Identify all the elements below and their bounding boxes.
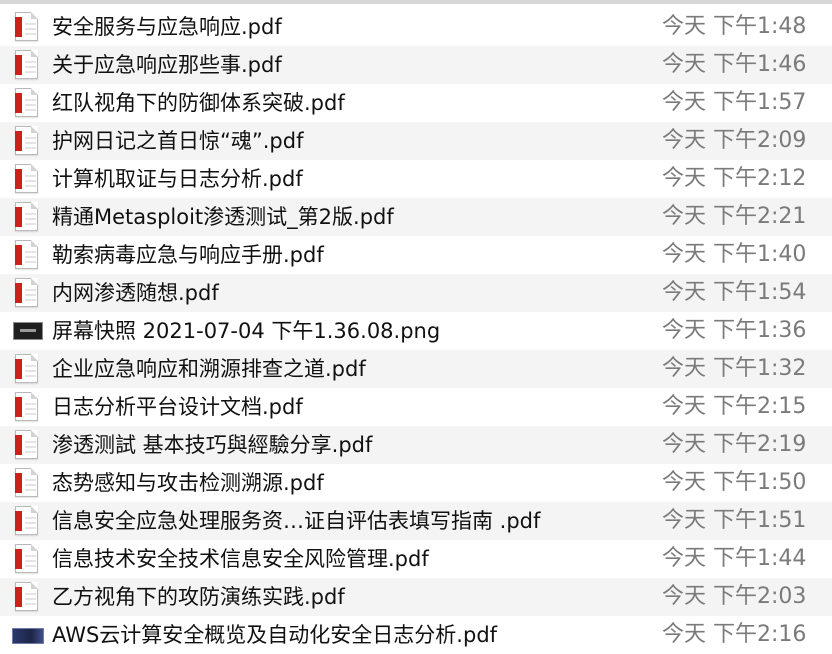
pdf-file-icon [12, 46, 44, 84]
file-date: 今天 下午1:46 [662, 52, 807, 77]
file-date: 今天 下午1:44 [662, 546, 807, 571]
file-row[interactable]: AWS云计算安全概览及自动化安全日志分析.pdf 今天 下午2:16 [0, 616, 832, 654]
file-date: 今天 下午2:19 [662, 432, 807, 457]
pdf-file-icon [12, 426, 44, 464]
file-date: 今天 下午1:48 [662, 14, 807, 39]
png-image-icon [12, 312, 44, 350]
pdf-file-icon [12, 236, 44, 274]
pdf-file-icon [12, 8, 44, 46]
file-row[interactable]: 计算机取证与日志分析.pdf 今天 下午2:12 [0, 160, 832, 198]
file-row[interactable]: 精通Metasploit渗透测试_第2版.pdf 今天 下午2:21 [0, 198, 832, 236]
file-date: 今天 下午2:16 [662, 622, 807, 647]
file-date: 今天 下午2:15 [662, 394, 807, 419]
pdf-thumbnail-icon [12, 616, 44, 654]
file-date: 今天 下午1:40 [662, 242, 807, 267]
file-row[interactable]: 日志分析平台设计文档.pdf 今天 下午2:15 [0, 388, 832, 426]
file-row[interactable]: 企业应急响应和溯源排查之道.pdf 今天 下午1:32 [0, 350, 832, 388]
file-row[interactable]: 态势感知与攻击检测溯源.pdf 今天 下午1:50 [0, 464, 832, 502]
pdf-file-icon [12, 388, 44, 426]
file-date: 今天 下午2:03 [662, 584, 807, 609]
file-row[interactable]: 信息安全应急处理服务资…证自评估表填写指南 .pdf 今天 下午1:51 [0, 502, 832, 540]
file-row[interactable]: 信息技术安全技术信息安全风险管理.pdf 今天 下午1:44 [0, 540, 832, 578]
file-date: 今天 下午2:12 [662, 166, 807, 191]
file-date: 今天 下午1:32 [662, 356, 807, 381]
file-date: 今天 下午1:36 [662, 318, 807, 343]
file-date: 今天 下午1:50 [662, 470, 807, 495]
file-row[interactable]: 安全服务与应急响应.pdf 今天 下午1:48 [0, 8, 832, 46]
pdf-file-icon [12, 198, 44, 236]
pdf-file-icon [12, 122, 44, 160]
file-list: 安全服务与应急响应.pdf 今天 下午1:48 关于应急响应那些事.pdf 今天… [0, 8, 832, 654]
file-row[interactable]: 乙方视角下的攻防演练实践.pdf 今天 下午2:03 [0, 578, 832, 616]
file-date: 今天 下午1:57 [662, 90, 807, 115]
file-date: 今天 下午2:09 [662, 128, 807, 153]
pdf-file-icon [12, 464, 44, 502]
list-top-border [0, 0, 832, 4]
pdf-file-icon [12, 274, 44, 312]
file-date: 今天 下午2:21 [662, 204, 807, 229]
pdf-file-icon [12, 160, 44, 198]
file-date: 今天 下午1:54 [662, 280, 807, 305]
file-row[interactable]: 勒索病毒应急与响应手册.pdf 今天 下午1:40 [0, 236, 832, 274]
pdf-file-icon [12, 578, 44, 616]
pdf-file-icon [12, 540, 44, 578]
file-row[interactable]: 护网日记之首日惊“魂”.pdf 今天 下午2:09 [0, 122, 832, 160]
file-date: 今天 下午1:51 [662, 508, 807, 533]
file-row[interactable]: 内网渗透随想.pdf 今天 下午1:54 [0, 274, 832, 312]
pdf-file-icon [12, 350, 44, 388]
file-row[interactable]: 红队视角下的防御体系突破.pdf 今天 下午1:57 [0, 84, 832, 122]
file-row[interactable]: 渗透测試 基本技巧與經驗分享.pdf 今天 下午2:19 [0, 426, 832, 464]
file-row[interactable]: 屏幕快照 2021-07-04 下午1.36.08.png 今天 下午1:36 [0, 312, 832, 350]
pdf-file-icon [12, 502, 44, 540]
pdf-file-icon [12, 84, 44, 122]
file-row[interactable]: 关于应急响应那些事.pdf 今天 下午1:46 [0, 46, 832, 84]
